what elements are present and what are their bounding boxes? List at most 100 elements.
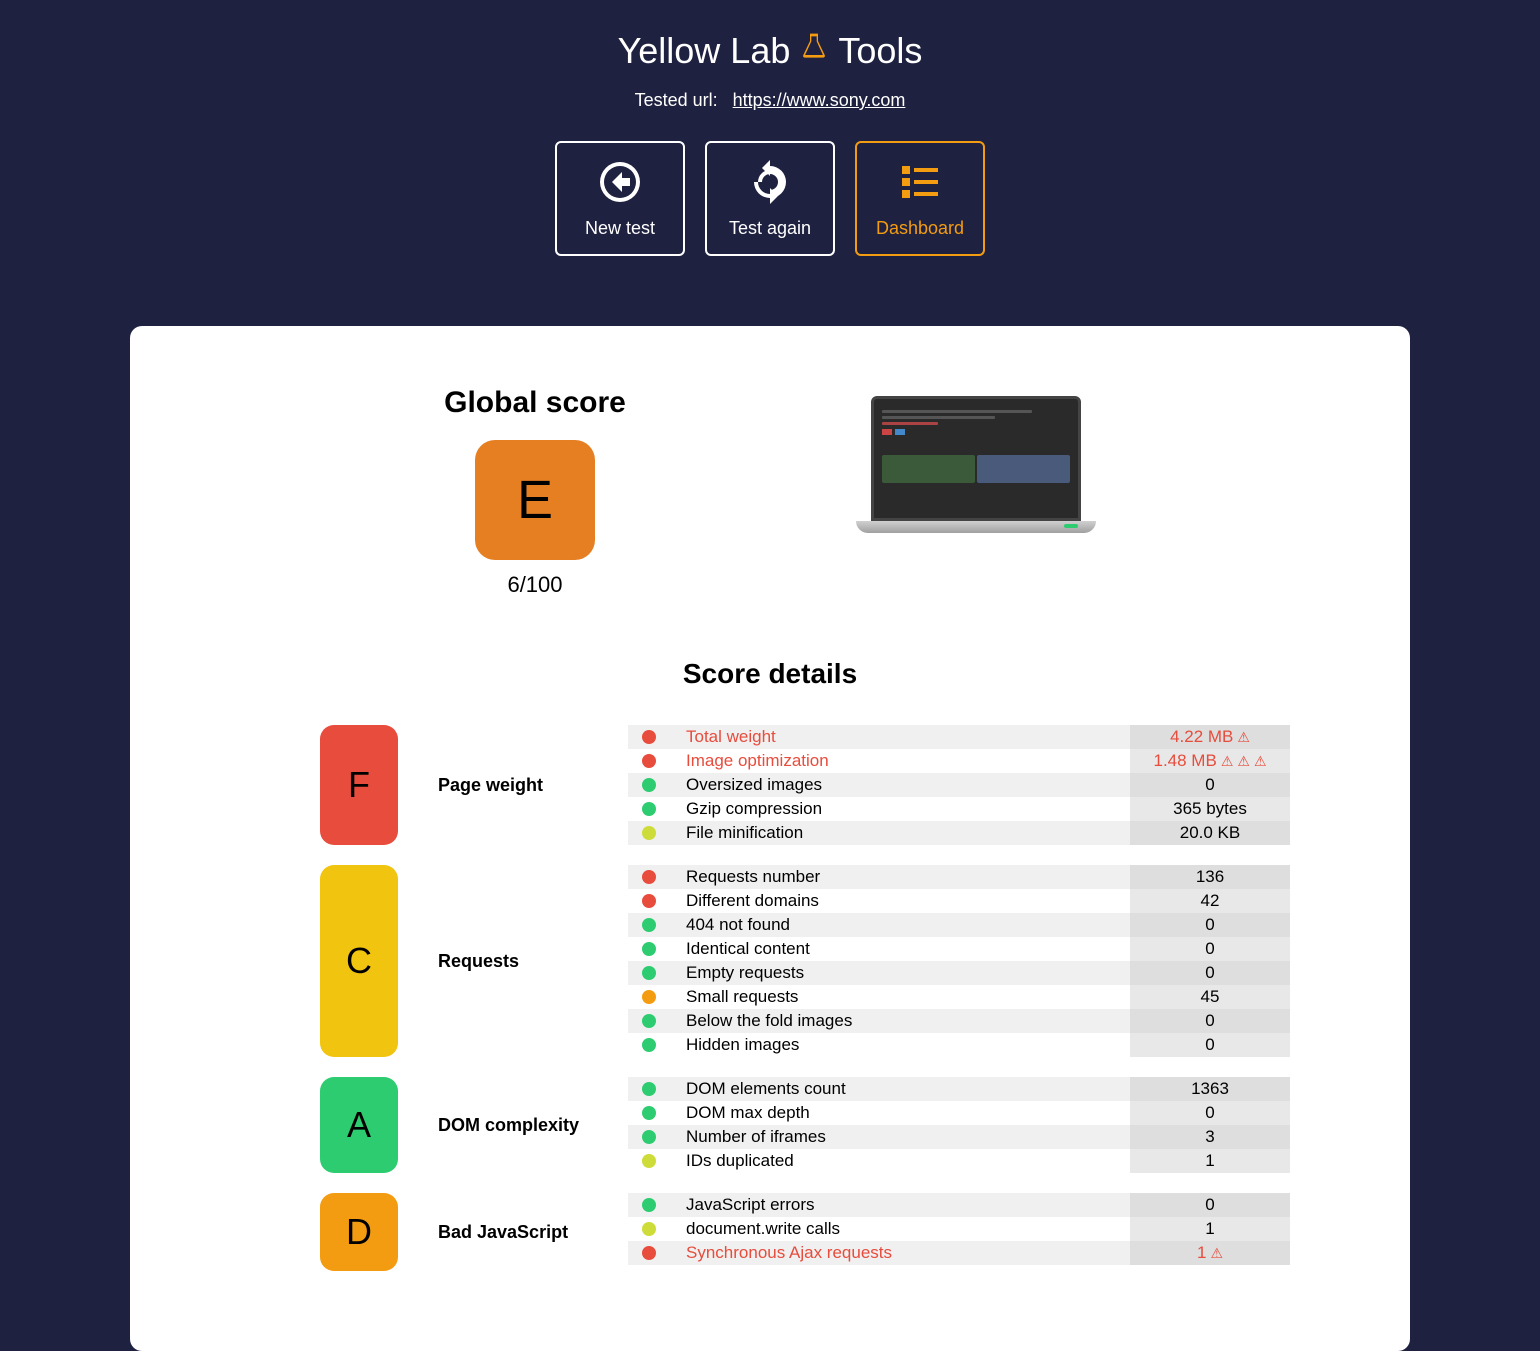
category-title: Page weight	[438, 725, 588, 845]
metric-value: 4.22 MB⚠	[1130, 725, 1290, 749]
warning-icon: ⚠	[1221, 753, 1234, 770]
metric-value: 0	[1130, 1033, 1290, 1057]
metrics-list: Total weight4.22 MB⚠Image optimization1.…	[628, 725, 1290, 845]
metric-value: 0	[1130, 913, 1290, 937]
test-again-label: Test again	[729, 218, 811, 239]
refresh-icon	[746, 158, 794, 206]
metric-name: Requests number	[686, 867, 1130, 887]
metric-value: 0	[1130, 773, 1290, 797]
metric-row[interactable]: DOM max depth0	[628, 1101, 1290, 1125]
metric-row[interactable]: Gzip compression365 bytes	[628, 797, 1290, 821]
status-dot	[642, 1038, 656, 1052]
metric-value: 0	[1130, 937, 1290, 961]
title-prefix: Yellow Lab	[618, 30, 791, 72]
metric-value: 1	[1130, 1217, 1290, 1241]
metric-name: DOM elements count	[686, 1079, 1130, 1099]
metric-value: 365 bytes	[1130, 797, 1290, 821]
category-grade: F	[320, 725, 398, 845]
metric-row[interactable]: Identical content0	[628, 937, 1290, 961]
status-dot	[642, 966, 656, 980]
global-score-title: Global score	[444, 386, 626, 420]
status-dot	[642, 1106, 656, 1120]
status-dot	[642, 754, 656, 768]
metric-name: Number of iframes	[686, 1127, 1130, 1147]
metric-name: Different domains	[686, 891, 1130, 911]
metric-row[interactable]: Number of iframes3	[628, 1125, 1290, 1149]
dashboard-label: Dashboard	[876, 218, 964, 239]
status-dot	[642, 730, 656, 744]
category-dom-complexity: A DOM complexity DOM elements count1363DOM…	[170, 1077, 1370, 1173]
category-requests: CRequestsRequests number136Different dom…	[170, 865, 1370, 1057]
metric-name: Below the fold images	[686, 1011, 1130, 1031]
metric-row[interactable]: Empty requests0	[628, 961, 1290, 985]
metric-name: IDs duplicated	[686, 1151, 1130, 1171]
status-dot	[642, 802, 656, 816]
metric-row[interactable]: Oversized images0	[628, 773, 1290, 797]
metric-name: Identical content	[686, 939, 1130, 959]
warning-icon: ⚠	[1210, 1245, 1223, 1262]
global-grade: E	[475, 440, 595, 560]
status-dot	[642, 778, 656, 792]
metric-row[interactable]: IDs duplicated1	[628, 1149, 1290, 1173]
metric-value: 1.48 MB⚠⚠⚠	[1130, 749, 1290, 773]
metric-row[interactable]: document.write calls1	[628, 1217, 1290, 1241]
metric-value: 1⚠	[1130, 1241, 1290, 1265]
category-grade: A	[320, 1077, 398, 1173]
status-dot	[642, 1082, 656, 1096]
metric-row[interactable]: 404 not found0	[628, 913, 1290, 937]
metric-name: File minification	[686, 823, 1130, 843]
metric-row[interactable]: Small requests45	[628, 985, 1290, 1009]
status-dot	[642, 1014, 656, 1028]
title-suffix: Tools	[838, 30, 922, 72]
metrics-list: DOM elements count1363DOM max depth0Numb…	[628, 1077, 1290, 1173]
category-title: Bad JavaScript	[438, 1193, 588, 1271]
flask-icon	[798, 31, 830, 71]
metric-value: 136	[1130, 865, 1290, 889]
metric-value: 0	[1130, 961, 1290, 985]
category-title: Requests	[438, 865, 588, 1057]
tested-url-row: Tested url: https://www.sony.com	[0, 90, 1540, 111]
metric-row[interactable]: Below the fold images0	[628, 1009, 1290, 1033]
app-title: Yellow Lab Tools	[618, 30, 923, 72]
warning-icon: ⚠	[1254, 753, 1267, 770]
category-title: DOM complexity	[438, 1077, 588, 1173]
warning-icon: ⚠	[1237, 753, 1250, 770]
list-icon	[896, 158, 944, 206]
metric-value: 0	[1130, 1193, 1290, 1217]
category-bad-javascript: DBad JavaScriptJavaScript errors0documen…	[170, 1193, 1370, 1271]
global-score-value: 6/100	[444, 572, 626, 598]
results-card: Global score E 6/100 Score details	[130, 326, 1410, 1351]
status-dot	[642, 1246, 656, 1260]
metric-value: 1363	[1130, 1077, 1290, 1101]
metric-value: 3	[1130, 1125, 1290, 1149]
tested-url-link[interactable]: https://www.sony.com	[733, 90, 906, 110]
tested-url-label: Tested url:	[635, 90, 718, 110]
status-dot	[642, 894, 656, 908]
metric-row[interactable]: Hidden images0	[628, 1033, 1290, 1057]
dashboard-button[interactable]: Dashboard	[855, 141, 985, 256]
status-dot	[642, 1198, 656, 1212]
back-arrow-icon	[596, 158, 644, 206]
metric-row[interactable]: Synchronous Ajax requests1⚠	[628, 1241, 1290, 1265]
status-dot	[642, 1154, 656, 1168]
metric-value: 45	[1130, 985, 1290, 1009]
status-dot	[642, 1130, 656, 1144]
metrics-list: JavaScript errors0document.write calls1S…	[628, 1193, 1290, 1265]
metric-row[interactable]: File minification20.0 KB	[628, 821, 1290, 845]
metric-name: DOM max depth	[686, 1103, 1130, 1123]
metric-row[interactable]: Image optimization1.48 MB⚠⚠⚠	[628, 749, 1290, 773]
metric-name: Empty requests	[686, 963, 1130, 983]
metric-row[interactable]: Requests number136	[628, 865, 1290, 889]
screenshot-thumbnail[interactable]	[856, 396, 1096, 536]
test-again-button[interactable]: Test again	[705, 141, 835, 256]
metric-row[interactable]: Different domains42	[628, 889, 1290, 913]
metric-value: 42	[1130, 889, 1290, 913]
new-test-button[interactable]: New test	[555, 141, 685, 256]
metric-row[interactable]: JavaScript errors0	[628, 1193, 1290, 1217]
metric-row[interactable]: DOM elements count1363	[628, 1077, 1290, 1101]
metrics-list: Requests number136Different domains42404…	[628, 865, 1290, 1057]
metric-value: 0	[1130, 1009, 1290, 1033]
score-details-title: Score details	[170, 658, 1370, 690]
warning-icon: ⚠	[1237, 729, 1250, 746]
metric-row[interactable]: Total weight4.22 MB⚠	[628, 725, 1290, 749]
